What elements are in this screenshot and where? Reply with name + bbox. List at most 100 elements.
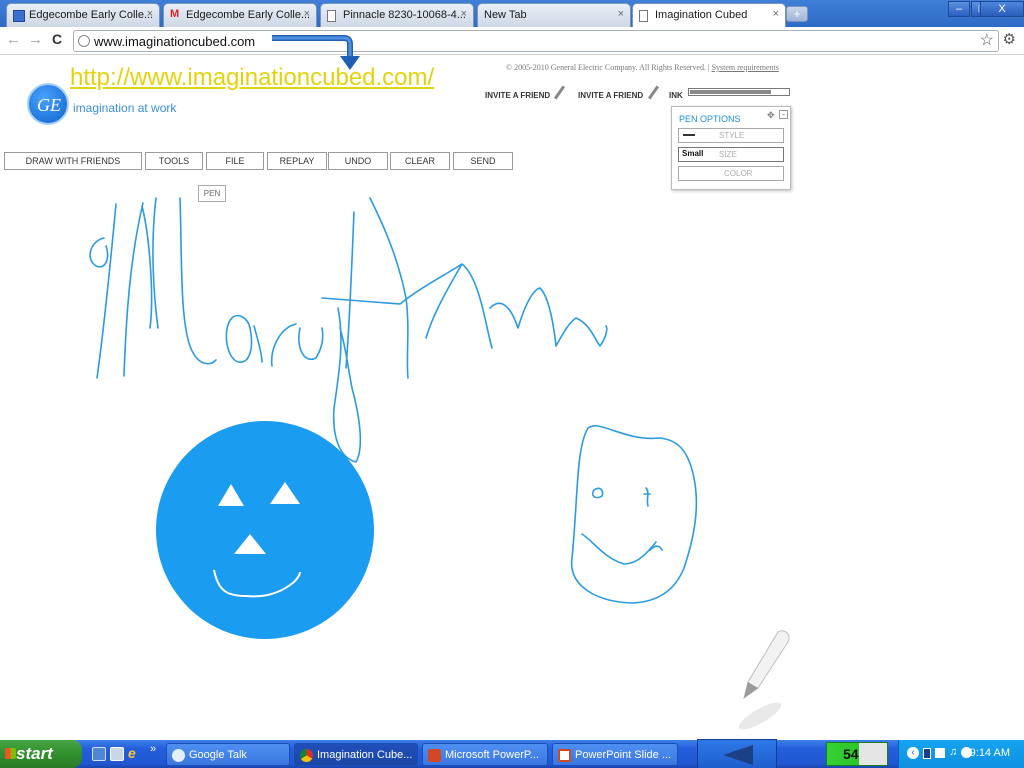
address-bar[interactable]: www.imaginationcubed.com [73, 30, 999, 52]
start-label: start [16, 744, 53, 763]
menu-file[interactable]: FILE [206, 152, 264, 170]
tab-label: Edgecombe Early Colle... [186, 9, 311, 21]
logo-text: GE [37, 95, 61, 115]
stroke [581, 533, 663, 565]
system-tray: ‹ ♫ 9:14 AM [898, 740, 1024, 768]
wrench-icon[interactable]: ⚙ [1003, 30, 1016, 48]
invite-friend-link-2[interactable]: INVITE A FRIEND [578, 91, 643, 100]
chat-icon [172, 749, 185, 762]
stroke [489, 287, 608, 347]
quicklaunch-desktop-icon[interactable] [92, 747, 106, 761]
pen-options-title: PEN OPTIONS [679, 114, 741, 124]
tab-label: Imagination Cubed [655, 9, 748, 21]
bookmark-star-icon[interactable]: ☆ [980, 30, 994, 50]
stroke [643, 487, 651, 507]
task-google-talk[interactable]: Google Talk [166, 743, 290, 766]
task-label: Imagination Cube... [317, 749, 413, 761]
gmail-icon: M [170, 8, 180, 20]
tray-usb-icon[interactable] [923, 748, 931, 759]
browser-tab-strip: Edgecombe Early Colle... × M Edgecombe E… [0, 0, 1024, 28]
stroke [369, 197, 409, 379]
pen-cursor-icon [738, 630, 790, 730]
tab-pinnacle[interactable]: Pinnacle 8230-10068-4... × [320, 3, 474, 27]
stroke [96, 203, 117, 379]
new-tab-button[interactable]: + [786, 6, 808, 22]
color-label: COLOR [724, 169, 753, 178]
menu-clear[interactable]: CLEAR [390, 152, 450, 170]
stroke [321, 211, 401, 369]
ink-label: INK [669, 91, 683, 100]
minimize-panel-icon[interactable]: - [779, 110, 788, 119]
stroke [271, 323, 324, 367]
stroke [123, 202, 153, 377]
stroke [399, 263, 493, 349]
close-icon[interactable]: × [461, 8, 467, 20]
ink-meter-fill [690, 90, 771, 94]
task-label: Microsoft PowerP... [445, 749, 539, 761]
style-label: STYLE [719, 131, 745, 140]
menu-draw-with-friends[interactable]: DRAW WITH FRIENDS [4, 152, 142, 170]
annotation-url: http://www.imaginationcubed.com/ [70, 64, 435, 91]
task-label: Google Talk [189, 749, 247, 761]
battery-indicator: 54% [826, 742, 888, 766]
calendar-icon [13, 10, 25, 22]
chrome-icon [300, 749, 313, 762]
reload-icon[interactable]: C [52, 31, 62, 47]
close-icon[interactable]: × [773, 8, 779, 20]
tab-imagination-cubed[interactable]: Imagination Cubed × [632, 3, 786, 28]
stroke [571, 425, 698, 604]
system-requirements-link[interactable]: System requirements [712, 63, 779, 72]
stroke [591, 487, 604, 499]
address-url[interactable]: www.imaginationcubed.com [94, 34, 255, 49]
stroke [332, 307, 362, 463]
close-window-button[interactable]: X [980, 1, 1024, 17]
task-powerpoint[interactable]: Microsoft PowerP... [422, 743, 548, 766]
pen-style-select[interactable]: STYLE [678, 128, 784, 143]
filled-circle [156, 421, 374, 639]
browser-toolbar: ← → C www.imaginationcubed.com ☆ ⚙ [0, 27, 1024, 55]
page-icon [327, 10, 336, 22]
close-icon[interactable]: × [147, 8, 153, 20]
forward-arrow-icon[interactable]: → [28, 31, 43, 48]
menu-tools[interactable]: TOOLS [145, 152, 203, 170]
filled-face [156, 421, 374, 639]
tab-new-tab[interactable]: New Tab × [477, 3, 631, 27]
menu-send[interactable]: SEND [453, 152, 513, 170]
pen-size-select[interactable]: Small SIZE [678, 147, 784, 162]
page-icon [639, 10, 648, 22]
tab-edgecombe-1[interactable]: Edgecombe Early Colle... × [6, 3, 160, 27]
size-value: Small [682, 149, 704, 158]
tab-edgecombe-2[interactable]: M Edgecombe Early Colle... × [163, 3, 317, 27]
quicklaunch-overflow-icon[interactable]: » [150, 743, 156, 755]
tray-network-icon[interactable] [935, 748, 945, 758]
tab-label: Edgecombe Early Colle... [29, 9, 154, 21]
close-icon[interactable]: × [618, 8, 624, 20]
move-icon[interactable]: ✥ [767, 110, 775, 121]
quicklaunch-ie-icon[interactable]: e [128, 745, 142, 761]
task-powerpoint-slide[interactable]: PowerPoint Slide ... [552, 743, 678, 766]
copyright-text: © 2005-2010 General Electric Company. Al… [506, 63, 779, 72]
quicklaunch-media-icon[interactable] [110, 747, 124, 761]
tray-volume-icon[interactable]: ♫ [949, 746, 957, 758]
close-icon[interactable]: × [304, 8, 310, 20]
stroke [225, 314, 263, 363]
tab-label: Pinnacle 8230-10068-4... [343, 9, 466, 21]
drawing-canvas[interactable] [0, 178, 1024, 738]
menu-replay[interactable]: REPLAY [267, 152, 327, 170]
start-button[interactable]: start [0, 740, 82, 768]
windows-taskbar: start e » Google Talk Imagination Cube..… [0, 739, 1024, 768]
invite-friend-link-1[interactable]: INVITE A FRIEND [485, 91, 550, 100]
slide-back-button[interactable] [697, 739, 777, 768]
clock: 9:14 AM [969, 747, 1010, 759]
tray-collapse-icon[interactable]: ‹ [907, 747, 919, 759]
stroke [152, 197, 217, 365]
back-triangle-icon [723, 745, 753, 765]
back-arrow-icon[interactable]: ← [6, 31, 21, 48]
task-imagination-cubed[interactable]: Imagination Cube... [294, 743, 418, 766]
pencil-icon [553, 85, 566, 100]
minimize-button[interactable]: – [948, 1, 970, 17]
ge-logo[interactable]: GE [27, 83, 69, 125]
menu-undo[interactable]: UNDO [328, 152, 388, 170]
pencil-icon [647, 85, 660, 100]
size-label: SIZE [719, 150, 737, 159]
